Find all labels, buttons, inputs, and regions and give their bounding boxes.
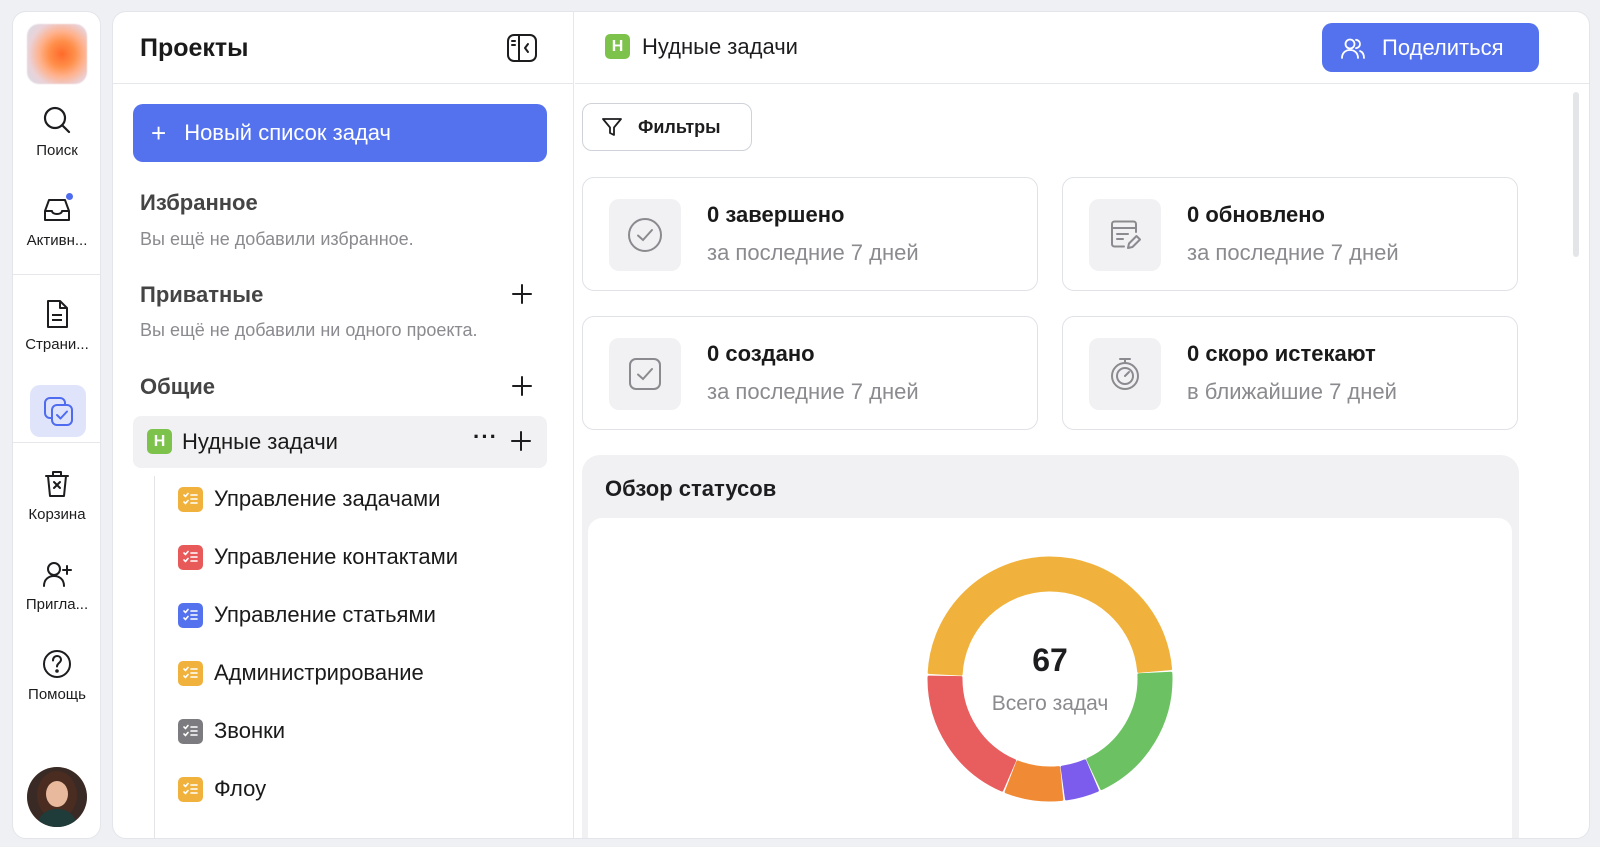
shared-heading: Общие [140,374,216,399]
rail-help-label: Помощь [28,686,86,703]
trash-icon [45,471,69,497]
private-heading: Приватные [140,282,264,307]
checklist-icon [178,544,203,570]
stat-title: 0 скоро истекают [1187,341,1376,366]
rail-activity[interactable]: Активн... [13,194,101,249]
check-circle-icon [609,199,681,271]
users-icon [1341,38,1365,59]
filter-icon [602,118,622,136]
plus-icon: + [151,118,167,148]
checklist-icon [178,776,203,802]
favorites-heading: Избранное [140,190,258,215]
donut-svg [927,556,1173,802]
rail-search[interactable]: Поиск [13,104,101,159]
list-item[interactable]: Управление контактами [178,541,458,573]
list-item-label: Управление контактами [214,544,459,569]
private-empty-text: Вы ещё не добавили ни одного проекта. [140,320,478,340]
rail-tasks[interactable] [30,385,86,437]
search-icon [43,106,71,134]
rail-divider [13,442,101,443]
checklist-icon [178,660,203,686]
invite-icon [43,562,72,587]
projects-sidebar: Проекты + Новый список задач Избранное В… [113,12,574,838]
checklist-icon [178,718,203,744]
stat-card-completed: 0 завершено за последние 7 дней [582,177,1038,291]
tree-guide-line [154,476,155,838]
stat-card-created: 0 создано за последние 7 дней [582,316,1038,430]
list-item[interactable]: Флоу [178,773,266,805]
favorites-empty-text: Вы ещё не добавили избранное. [140,229,414,249]
filters-button[interactable]: Фильтры [582,103,752,151]
rail-invite[interactable]: Пригла... [13,558,101,613]
rail-search-label: Поиск [36,142,78,159]
list-item[interactable]: Управление задачами [178,483,440,515]
project-item-nudnye-zadachi[interactable]: Н Нудные задачи ··· [133,416,547,468]
page-icon [47,300,68,328]
new-task-list-label: Новый список задач [184,120,392,145]
timer-icon [1089,338,1161,410]
avatar[interactable] [27,767,87,827]
filters-label: Фильтры [638,116,721,137]
total-tasks-count: 67 [1032,642,1068,678]
list-item-label: Управление задачами [214,486,441,511]
list-item-label: Флоу [214,776,267,801]
stat-title: 0 создано [707,341,815,366]
app-rail: Поиск Активн... Страни... Корзина Пригла… [12,11,101,839]
rail-help[interactable]: Помощь [13,648,101,703]
donut-segment[interactable] [1086,671,1173,790]
list-item[interactable]: Администрирование [178,657,424,689]
projects-header: Проекты [113,12,573,84]
status-overview-title: Обзор статусов [605,476,777,501]
main-panel: Проекты + Новый список задач Избранное В… [112,11,1590,839]
stat-title: 0 завершено [707,202,845,227]
notification-dot [66,193,73,200]
project-badge: Н [147,429,172,454]
stat-card-expiring: 0 скоро истекают в ближайшие 7 дней [1062,316,1518,430]
status-overview-body: 67 Всего задач [588,518,1512,838]
add-private-plus-icon[interactable] [511,283,533,305]
checklist-icon [178,602,203,628]
stat-card-updated: 0 обновлено за последние 7 дней [1062,177,1518,291]
list-item-label: Звонки [214,718,286,743]
donut-segment[interactable] [1004,760,1064,802]
stat-subtitle: за последние 7 дней [707,379,919,404]
stat-subtitle: в ближайшие 7 дней [1187,379,1397,404]
list-item-label: Администрирование [214,660,424,685]
add-shared-plus-icon[interactable] [511,375,533,397]
more-options-icon[interactable]: ··· [473,424,498,450]
calendar-edit-icon [1089,199,1161,271]
rail-trash[interactable]: Корзина [13,468,101,523]
stat-subtitle: за последние 7 дней [1187,240,1399,265]
page-title: Нудные задачи [642,34,798,59]
rail-divider [13,274,101,275]
rail-pages-label: Страни... [25,336,89,353]
status-overview-card: Обзор статусов 67 Всего задач [582,455,1519,838]
project-name: Нудные задачи [182,429,338,454]
new-task-list-button[interactable]: + Новый список задач [133,104,547,162]
tasks-icon [44,397,73,426]
projects-title: Проекты [140,34,249,62]
share-button[interactable]: Поделиться [1322,23,1539,72]
add-list-plus-icon[interactable] [510,430,532,452]
check-square-icon [609,338,681,410]
scrollbar[interactable] [1573,92,1579,257]
help-icon [43,650,71,678]
rail-invite-label: Пригла... [25,596,89,613]
list-item[interactable]: Звонки [178,715,285,747]
rail-pages[interactable]: Страни... [13,298,101,353]
sidebar-toggle-icon[interactable] [506,33,538,63]
status-donut-chart: 67 Всего задач [925,554,1175,804]
workspace-logo[interactable] [27,24,87,84]
list-item[interactable]: Управление статьями [178,599,436,631]
project-badge: Н [605,34,630,59]
user-avatar-image [27,767,87,827]
rail-trash-label: Корзина [28,506,86,523]
share-label: Поделиться [1382,34,1504,60]
stat-subtitle: за последние 7 дней [707,240,919,265]
list-item-label: Управление статьями [214,602,436,627]
rail-activity-label: Активн... [26,232,88,249]
total-tasks-label: Всего задач [991,692,1109,715]
checklist-icon [178,486,203,512]
stat-title: 0 обновлено [1187,202,1325,227]
